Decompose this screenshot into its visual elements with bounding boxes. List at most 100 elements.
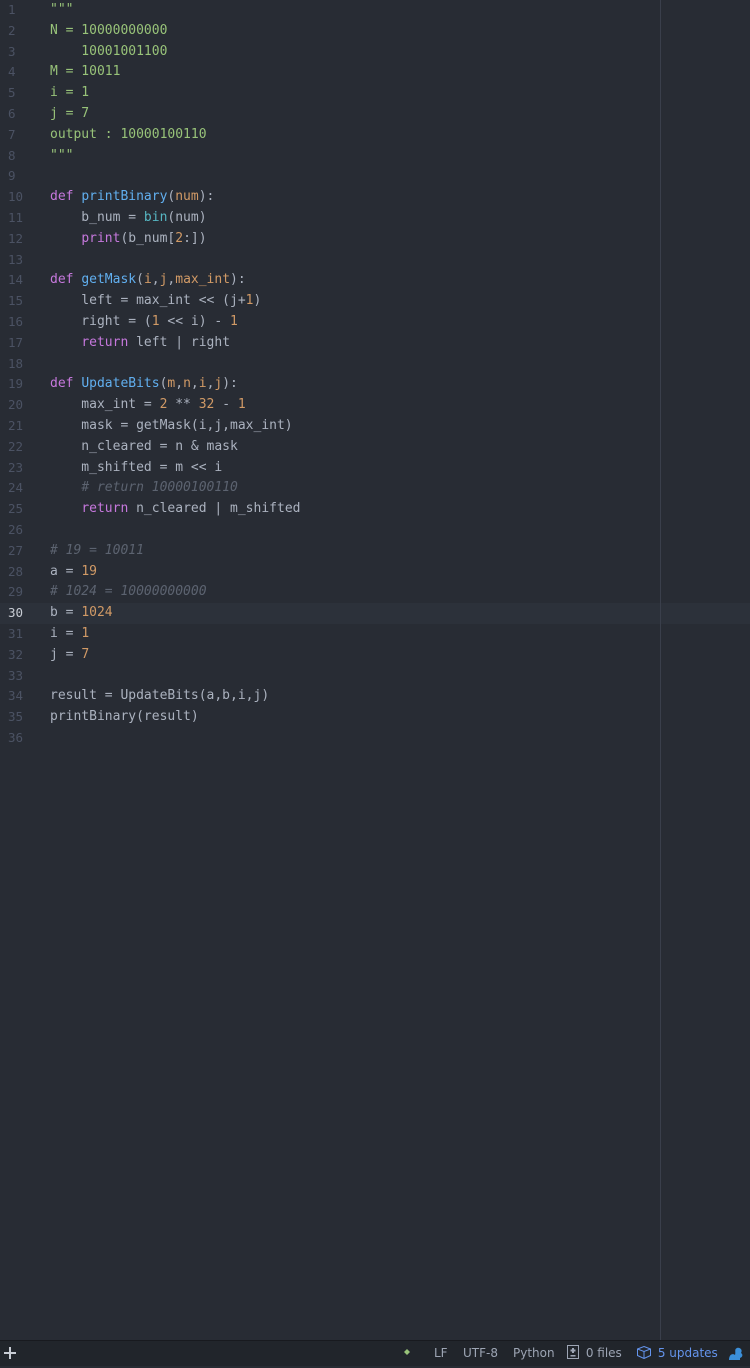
line-number[interactable]: 17 [8,333,23,354]
line-number[interactable]: 16 [8,312,23,333]
code-line[interactable]: j = 7 [50,645,89,666]
text-editor[interactable]: 1 2 3 4 5 6 7 8 9 10 11 12 13 14 15 16 17 18 19 20 21 22 23 24 2… [0,0,750,1340]
code-line[interactable]: i = 1 [50,624,89,645]
github-files-button[interactable]: 0 files [567,1341,622,1366]
squirrel-icon [729,1347,743,1360]
code-token: n_cleared | m_shifted [128,501,301,517]
line-number[interactable]: 1 [8,0,16,21]
code-line[interactable]: b = 1024 [50,603,113,624]
code-line[interactable]: n_cleared = n & mask [50,437,238,458]
code-line[interactable]: def UpdateBits(m,n,i,j): [50,374,238,395]
line-number[interactable]: 8 [8,146,16,167]
grammar-selector[interactable]: Python [513,1341,555,1366]
code-line[interactable]: """ [50,0,73,21]
code-line[interactable]: result = UpdateBits(a,b,i,j) [50,686,269,707]
code-token: (num) [167,210,207,225]
code-line[interactable]: N = 10000000000 [50,21,167,42]
line-ending-selector[interactable]: LF [434,1341,448,1366]
code-line[interactable]: left = max_int << (j+1) [50,291,261,312]
code-line[interactable]: printBinary(result) [50,707,199,728]
code-line[interactable]: b_num = bin(num) [50,208,207,229]
code-line[interactable]: # return 10000100110 [50,478,238,499]
line-number[interactable]: 22 [8,437,23,458]
line-number[interactable]: 28 [8,562,23,583]
code-line[interactable]: M = 10011 [50,62,120,83]
git-status[interactable] [404,1341,410,1366]
code-token: 7 [81,646,90,662]
line-number[interactable]: 18 [8,354,23,375]
code-token: n [183,376,191,392]
line-number[interactable]: 4 [8,62,16,83]
code-line[interactable]: i = 1 [50,83,89,104]
line-number[interactable]: 3 [8,42,16,63]
code-line[interactable]: print(b_num[2:]) [50,229,206,250]
code-token: return [81,501,129,517]
line-number[interactable]: 11 [8,208,23,229]
line-number[interactable]: 27 [8,541,23,562]
code-line[interactable]: return left | right [50,333,230,354]
line-number[interactable]: 35 [8,707,23,728]
line-number[interactable]: 6 [8,104,16,125]
code-token: ) [253,293,262,309]
wrap-guide [660,0,661,1340]
line-number[interactable]: 34 [8,686,23,707]
add-pane-button[interactable] [4,1342,16,1367]
code-line[interactable]: output : 10000100110 [50,125,207,146]
line-number[interactable]: 13 [8,250,23,271]
line-number[interactable]: 12 [8,229,23,250]
line-number[interactable]: 5 [8,83,16,104]
code-line[interactable]: m_shifted = m << i [50,458,222,479]
line-number[interactable]: 21 [8,416,23,437]
line-number[interactable]: 9 [8,166,16,187]
code-token: max_int = [50,397,160,413]
line-number[interactable]: 23 [8,458,23,479]
line-number[interactable]: 36 [8,728,23,749]
code-token: printBinary [81,189,168,205]
code-line[interactable]: """ [50,146,73,167]
code-line[interactable]: def getMask(i,j,max_int): [50,270,246,291]
code-line[interactable]: right = (1 << i) - 1 [50,312,238,333]
code-token: left = max_int << (j+ [50,293,246,309]
encoding-selector[interactable]: UTF-8 [463,1341,498,1366]
code-line[interactable]: return n_cleared | m_shifted [50,499,300,520]
line-number[interactable]: 20 [8,395,23,416]
line-number[interactable]: 2 [8,21,16,42]
code-line[interactable]: mask = getMask(i,j,max_int) [50,416,292,437]
line-number[interactable]: 29 [8,582,23,603]
code-line[interactable]: def printBinary(num): [50,187,214,208]
line-number[interactable]: 24 [8,478,23,499]
code-token: ): [222,376,238,392]
code-token: getMask [81,272,137,288]
line-number[interactable]: 14 [8,270,23,291]
line-number[interactable]: 15 [8,291,23,312]
code-line[interactable]: 10001001100 [50,42,167,63]
code-line[interactable]: # 19 = 10011 [50,541,144,562]
code-token: , [151,272,160,288]
code-token: num [175,189,199,205]
code-token: ): [198,189,215,205]
code-token: j = 7 [50,106,90,121]
code-line[interactable]: j = 7 [50,104,89,125]
squirrel-button[interactable] [728,1343,744,1368]
package-updates-button[interactable]: 5 updates [636,1341,718,1366]
code-token: 32 [198,397,215,413]
line-number[interactable]: 25 [8,499,23,520]
line-number[interactable]: 33 [8,666,23,687]
line-number[interactable]: 30 [8,603,23,624]
code-token: def [50,376,74,392]
files-label: 0 files [585,1346,622,1360]
code-token: 1 [151,314,160,329]
code-token: # 19 = 10011 [50,542,144,558]
code-token: ** [167,397,199,413]
code-line[interactable]: a = 19 [50,562,97,583]
code-line[interactable]: # 1024 = 10000000000 [50,582,207,603]
line-number[interactable]: 7 [8,125,16,146]
code-line[interactable]: max_int = 2 ** 32 - 1 [50,395,245,416]
line-number-gutter[interactable]: 1 2 3 4 5 6 7 8 9 10 11 12 13 14 15 16 17 18 19 20 21 22 23 24 2… [0,0,40,1340]
line-number[interactable]: 10 [8,187,23,208]
line-number[interactable]: 19 [8,374,23,395]
line-number[interactable]: 31 [8,624,23,645]
line-number[interactable]: 26 [8,520,23,541]
line-number[interactable]: 32 [8,645,23,666]
